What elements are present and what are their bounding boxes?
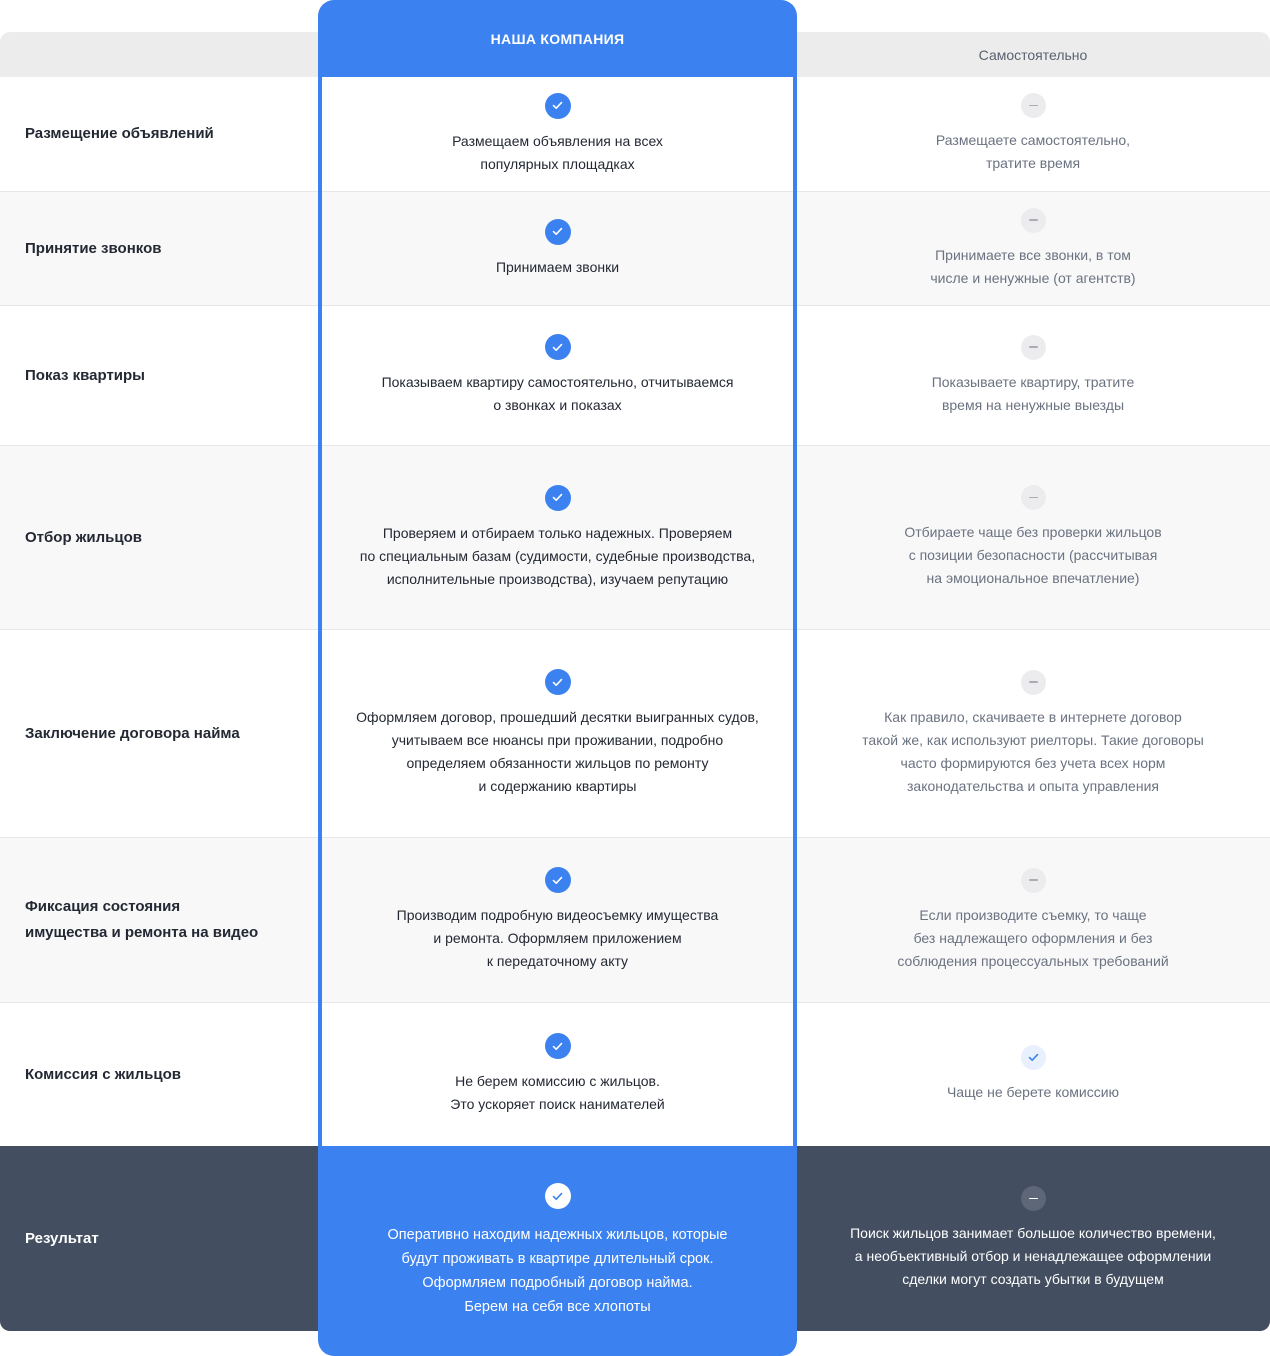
self-cell: Размещаете самостоятельно, тратите время [796,77,1270,191]
self-text-line: сделки могут создать убытки в будущем [902,1271,1164,1287]
self-text-line: Принимаете все звонки, в том [935,246,1131,263]
company-cell: Не берем комиссию с жильцов. Это ускоряе… [322,1003,793,1146]
minus-icon [1020,669,1046,695]
company-text-line: о звонках и показах [493,397,622,413]
company-cell: Показываем квартиру самостоятельно, отчи… [322,306,793,446]
self-text-line: Отбираете чаще без проверки жильцов [904,524,1162,540]
self-text-line: законодательства и опыта управления [907,777,1159,794]
self-text-line: с позиции безопасности (рассчитывая [908,547,1158,563]
company-cell: Принимаем звонки [322,192,793,306]
check-icon [544,867,571,893]
check-icon [544,1033,571,1059]
company-text-line: Оперативно находим надежных жильцов, кот… [387,1227,728,1243]
company-cell: Производим подробную видеосъемку имущест… [322,838,793,1003]
company-cell: Оформляем договор, прошедший десятки выи… [322,630,793,838]
company-text-line: Берем на себя все хлопоты [464,1299,651,1315]
self-text-line: Размещаете самостоятельно, [935,132,1131,148]
self-result-cell: Поиск жильцов занимает большое количеств… [796,1146,1270,1331]
row-label: Показ квартиры [25,366,145,384]
company-text-line: и содержанию квартиры [478,778,637,794]
self-cell: Показываете квартиру, тратите время на н… [796,306,1270,445]
company-cell: Размещаем объявления на всех популярных … [322,77,793,192]
minus-icon [1020,207,1046,233]
check-icon [544,484,571,511]
company-text-line: исполнительные производства), изучаем ре… [386,570,729,587]
self-cell: Если производите съемку, то чаще без над… [796,838,1270,1002]
row-label: Фиксация состояния имущества и ремонта н… [25,894,305,946]
company-text-line: учитываем все нюансы при проживании, под… [391,732,724,748]
self-text-line: Показываете квартиру, тратите [931,373,1135,390]
company-result-cell: Оперативно находим надежных жильцов, кот… [318,1146,797,1356]
self-text-line: часто формируются без учета всех норм [900,754,1166,771]
company-column: НАША КОМПАНИЯ Размещаем объявления на вс… [318,0,797,1356]
check-icon [544,218,571,245]
self-text-line: соблюдения процессуальных требований [897,952,1169,969]
self-cell: Как правило, скачиваете в интернете дого… [796,630,1270,837]
self-text-line: такой же, как используют риелторы. Такие… [862,731,1204,748]
self-column-header: Самостоятельно [978,46,1088,63]
company-column-header: НАША КОМПАНИЯ [490,30,625,47]
row-label: Принятие звонков [25,239,162,257]
minus-icon [1020,485,1046,510]
row-label-line: имущества и ремонта на видео [25,924,259,941]
self-text-line: тратите время [985,155,1081,171]
self-cell: Принимаете все звонки, в том числе и нен… [796,192,1270,305]
company-text-line: Оформляем договор, прошедший десятки выи… [356,709,759,725]
company-text-line: к передаточному акту [486,953,629,969]
self-cell: Чаще не берете комиссию [796,1003,1270,1146]
self-text-line: а необъективный отбор и ненадлежащее офо… [854,1248,1212,1264]
company-text-line: Принимаем звонки [495,258,620,275]
check-icon [544,334,571,360]
company-text-line: популярных площадках [480,155,635,172]
minus-icon [1020,93,1046,118]
company-text-line: Размещаем объявления на всех [452,132,663,149]
self-text-line: без надлежащего оформления и без [913,929,1153,946]
company-text-line: определяем обязанности жильцов по ремонт… [406,755,709,771]
self-text-line: числе и ненужные (от агентств) [930,269,1136,286]
company-text-line: по специальным базам (судимости, судебны… [359,547,756,564]
result-label: Результат [25,1229,99,1247]
company-text-line: Проверяем и отбираем только надежных. Пр… [382,524,733,541]
check-icon [544,1183,571,1209]
check-icon [544,92,571,119]
minus-icon [1020,867,1046,893]
company-cell: Проверяем и отбираем только надежных. Пр… [322,446,793,630]
minus-icon [1020,1186,1046,1211]
self-text-line: Поиск жильцов занимает большое количеств… [850,1225,1216,1241]
company-text-line: и ремонта. Оформляем приложением [433,930,682,946]
self-text-line: время на ненужные выезды [941,396,1125,413]
row-label: Размещение объявлений [25,125,214,142]
company-text-line: Показываем квартиру самостоятельно, отчи… [381,374,734,390]
self-cell: Отбираете чаще без проверки жильцов с по… [796,446,1270,629]
self-text-line: на эмоциональное впечатление) [926,570,1140,586]
company-text-line: Оформляем подробный договор найма. [422,1275,693,1291]
minus-icon [1020,334,1046,360]
company-text-line: Это ускоряет поиск нанимателей [450,1096,665,1112]
self-text-line: Если производите съемку, то чаще [919,906,1147,923]
company-text-line: будут проживать в квартире длительный ср… [401,1251,714,1267]
company-text-line: Производим подробную видеосъемку имущест… [396,907,719,923]
row-label: Отбор жильцов [25,528,142,546]
self-text-line: Чаще не берете комиссию [946,1084,1120,1100]
row-label: Заключение договора найма [25,724,240,742]
self-text-line: Как правило, скачиваете в интернете дого… [884,708,1182,725]
company-text-line: Не берем комиссию с жильцов. [455,1073,660,1089]
check-icon [1020,1045,1046,1070]
check-icon [544,669,571,695]
row-label: Комиссия с жильцов [25,1065,181,1083]
row-label-line: Фиксация состояния [25,898,181,915]
